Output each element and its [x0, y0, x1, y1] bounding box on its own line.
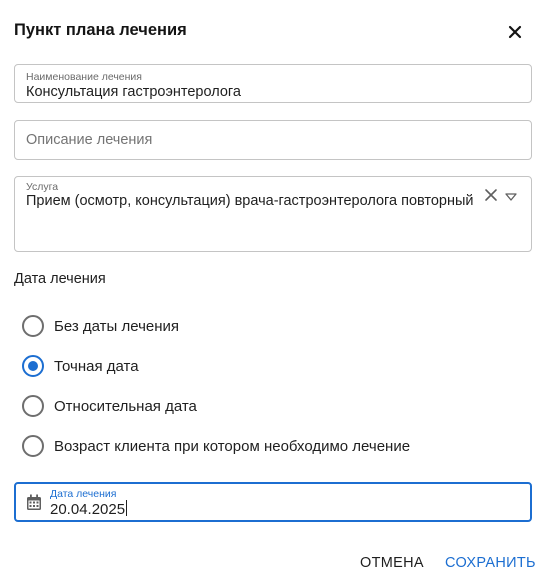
dropdown-arrow-icon	[505, 193, 517, 201]
dialog-title: Пункт плана лечения	[14, 21, 187, 39]
treatment-plan-item-dialog: Пункт плана лечения Наименование лечения…	[0, 0, 546, 588]
treatment-description-placeholder: Описание лечения	[26, 132, 153, 148]
radio-no-date[interactable]: Без даты лечения	[22, 314, 179, 338]
close-button[interactable]	[503, 20, 527, 44]
service-select[interactable]: Услуга Прием (осмотр, консультация) врач…	[14, 176, 532, 252]
radio-exact-date[interactable]: Точная дата	[22, 354, 139, 378]
radio-no-date-circle[interactable]	[22, 315, 44, 337]
treatment-date-label: Дата лечения	[50, 488, 117, 500]
radio-no-date-label: Без даты лечения	[54, 317, 180, 335]
cancel-button[interactable]: ОТМЕНА	[360, 555, 424, 571]
treatment-date-value: 20.04.2025	[50, 501, 126, 518]
service-clear-button[interactable]	[483, 187, 499, 203]
treatment-name-label: Наименование лечения	[26, 71, 142, 83]
radio-relative-date-label: Относительная дата	[54, 397, 197, 415]
service-value: Прием (осмотр, консультация) врача-гастр…	[26, 193, 474, 209]
service-dropdown-button[interactable]	[504, 190, 518, 202]
treatment-date-field[interactable]: Дата лечения 20.04.2025	[14, 482, 532, 522]
clear-icon	[485, 189, 497, 201]
close-icon	[508, 25, 522, 39]
calendar-icon[interactable]	[26, 494, 42, 511]
radio-relative-date-circle[interactable]	[22, 395, 44, 417]
treatment-name-field[interactable]: Наименование лечения Консультация гастро…	[14, 64, 532, 103]
radio-relative-date[interactable]: Относительная дата	[22, 394, 197, 418]
text-caret	[126, 500, 128, 516]
radio-exact-date-circle[interactable]	[22, 355, 44, 377]
save-button[interactable]: СОХРАНИТЬ	[445, 555, 536, 571]
treatment-description-field[interactable]: Описание лечения	[14, 120, 532, 160]
treatment-date-section-title: Дата лечения	[14, 271, 106, 287]
radio-client-age[interactable]: Возраст клиента при котором необходимо л…	[22, 434, 410, 458]
radio-client-age-label: Возраст клиента при котором необходимо л…	[54, 437, 411, 455]
treatment-date-input[interactable]: 20.04.2025	[50, 500, 128, 518]
radio-exact-date-label: Точная дата	[54, 357, 139, 375]
treatment-name-value[interactable]: Консультация гастроэнтеролога	[26, 84, 241, 100]
radio-client-age-circle[interactable]	[22, 435, 44, 457]
